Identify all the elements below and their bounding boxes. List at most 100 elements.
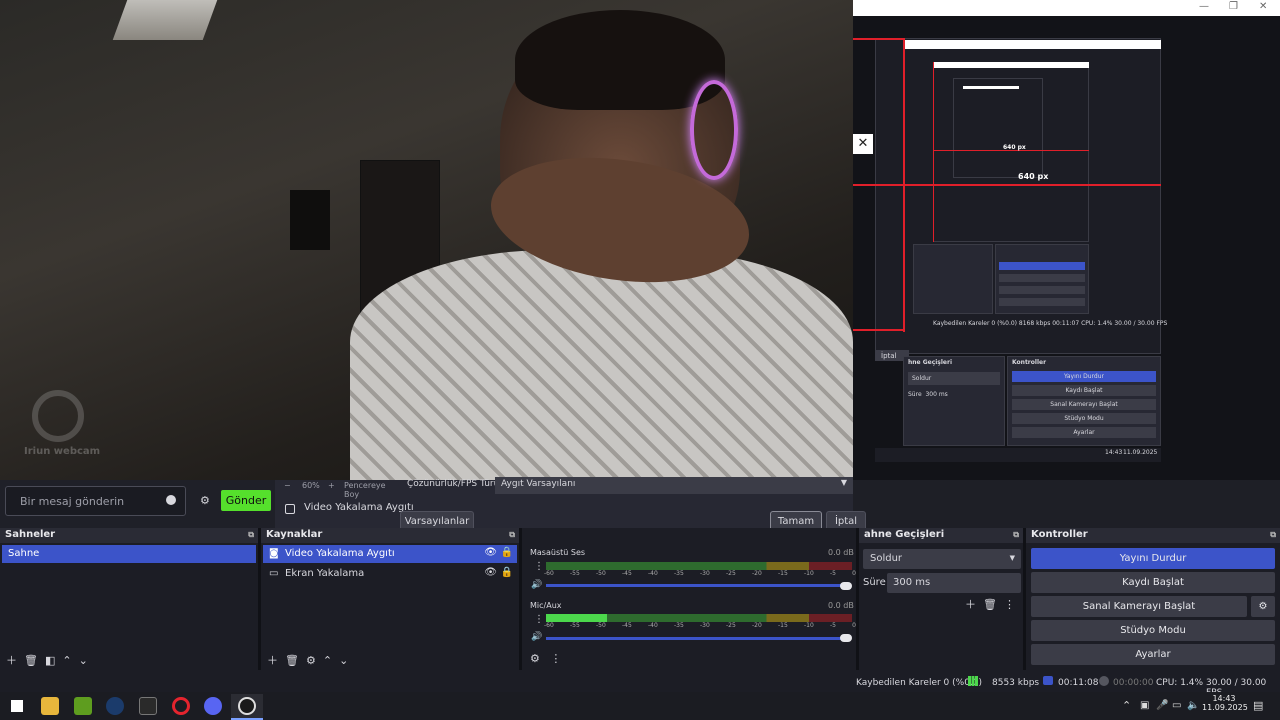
scale-tick: -25 — [726, 570, 736, 577]
microphone-icon[interactable]: 🎤 — [1156, 700, 1168, 711]
scene-item[interactable]: Sahne — [2, 545, 256, 563]
scale-tick: -35 — [674, 570, 684, 577]
opera-icon[interactable] — [172, 697, 190, 715]
mini-duration-value: 300 ms — [925, 391, 948, 398]
undock-icon[interactable]: ⧉ — [509, 530, 515, 540]
chevron-up-icon[interactable]: ⌃ — [323, 654, 332, 667]
controls-header: Kontroller ⧉ — [1026, 528, 1280, 543]
settings-button[interactable]: Ayarlar — [1031, 644, 1275, 665]
scale-tick: -10 — [804, 622, 814, 629]
nested-frame-3 — [953, 78, 1043, 178]
add-icon[interactable]: ＋ — [965, 598, 976, 611]
fit-window-button[interactable]: Pencereye Boy — [344, 481, 395, 499]
chevron-down-icon[interactable]: ⌄ — [79, 654, 88, 667]
speaker-icon[interactable]: 🔊 — [531, 632, 542, 642]
duration-input[interactable]: 300 ms — [887, 573, 1021, 593]
scale-tick: -15 — [778, 622, 788, 629]
undock-icon[interactable]: ⧉ — [1270, 530, 1276, 540]
mini-status: Kaybedilen Kareler 0 (%0.0) 8168 kbps 00… — [933, 320, 1168, 327]
mini-duration-label: Süre — [908, 391, 922, 398]
source-item-screen[interactable]: ▭ Ekran Yakalama 👁 🔒 — [263, 565, 517, 583]
add-icon[interactable]: ＋ — [6, 654, 17, 667]
notification-icon[interactable]: ▤ — [1253, 699, 1263, 712]
eye-icon[interactable]: 👁 — [484, 567, 497, 578]
scale-tick: -40 — [648, 622, 658, 629]
guide-line-top — [853, 38, 905, 40]
zoom-in-button[interactable]: + — [328, 481, 335, 490]
resolution-select[interactable]: Aygıt Varsayılanı ▼ — [495, 477, 853, 494]
transition-select[interactable]: Soldur ▼ — [863, 549, 1021, 569]
transitions-toolbar: ＋ 🗑 ⋮ — [965, 596, 1015, 612]
lock-icon[interactable]: 🔒 — [501, 567, 513, 578]
gear-icon[interactable]: ⚙ — [306, 654, 316, 667]
start-recording-button[interactable]: Kaydı Başlat — [1031, 572, 1275, 593]
scale-tick: -55 — [570, 570, 580, 577]
trash-icon[interactable]: 🗑 — [983, 598, 997, 611]
close-window-icon[interactable]: ✕ — [1259, 1, 1267, 12]
zoom-out-button[interactable]: − — [284, 481, 291, 490]
add-icon[interactable]: ＋ — [267, 654, 278, 667]
source-item-video[interactable]: ◙ Video Yakalama Aygıtı 👁 🔒 — [263, 545, 517, 563]
px-label-small: 640 px — [1003, 144, 1026, 151]
chat-input[interactable]: Bir mesaj gönderin — [5, 486, 186, 516]
nvidia-icon[interactable] — [74, 697, 92, 715]
stream-time: 00:11:08 — [1058, 678, 1099, 688]
network-icon[interactable]: ▭ — [1172, 700, 1181, 711]
undock-icon[interactable]: ⧉ — [1013, 530, 1019, 540]
scenes-dock: Sahneler ⧉ Sahne ＋ 🗑 ◧ ⌃ ⌄ — [0, 528, 261, 670]
eye-icon[interactable]: 👁 — [484, 547, 497, 558]
taskbar-clock[interactable]: 14:43 11.09.2025 — [1202, 694, 1248, 712]
undock-icon[interactable]: ⧉ — [248, 530, 254, 540]
close-icon[interactable]: ✕ — [853, 134, 873, 154]
tray-app-icon[interactable]: ▣ — [1140, 700, 1149, 711]
mini-active-button — [999, 262, 1085, 270]
discord-icon[interactable] — [204, 697, 222, 715]
filter-icon[interactable]: ◧ — [45, 654, 55, 667]
mini-controls-panel: Kontroller Yayını Durdur Kaydı Başlat Sa… — [1007, 356, 1161, 446]
volume-slider-handle[interactable] — [840, 582, 852, 590]
volume-meter — [546, 562, 852, 570]
virtual-camera-settings-icon[interactable]: ⚙ — [1251, 596, 1275, 617]
studio-mode-button[interactable]: Stüdyo Modu — [1031, 620, 1275, 641]
steam-icon[interactable] — [106, 697, 124, 715]
scale-tick: -35 — [674, 622, 684, 629]
send-button[interactable]: Gönder — [221, 490, 271, 511]
trash-icon[interactable]: 🗑 — [285, 654, 299, 667]
volume-slider[interactable] — [546, 637, 846, 640]
volume-slider-handle[interactable] — [840, 634, 852, 642]
mixer-channel-db: 0.0 dB — [828, 548, 854, 557]
emoji-icon[interactable] — [166, 495, 176, 505]
transition-menu-icon[interactable]: ⋮ — [1004, 598, 1015, 611]
volume-icon[interactable]: 🔈 — [1187, 700, 1199, 711]
transition-select-value: Soldur — [870, 553, 903, 564]
advanced-audio-icon[interactable]: ⚙ — [530, 652, 540, 665]
speaker-icon[interactable]: 🔊 — [531, 580, 542, 590]
mixer-menu-icon[interactable]: ⋮ — [550, 652, 561, 665]
epic-games-icon[interactable] — [139, 697, 157, 715]
channel-menu-icon[interactable]: ⋮ — [534, 614, 544, 625]
start-virtual-camera-button[interactable]: Sanal Kamerayı Başlat — [1031, 596, 1247, 617]
minimize-icon[interactable]: — — [1199, 1, 1209, 12]
stop-stream-button[interactable]: Yayını Durdur — [1031, 548, 1275, 569]
audio-mixer-dock: Masaüstü Ses 0.0 dB ⋮ -60 -55 -50 -45 -40 -35… — [522, 528, 859, 670]
chevron-up-icon[interactable]: ⌃ — [62, 654, 71, 667]
channel-menu-icon[interactable]: ⋮ — [534, 561, 544, 572]
nested-titlebar — [903, 40, 1161, 49]
tray-chevron-up-icon[interactable]: ⌃ — [1122, 699, 1131, 712]
lock-icon[interactable]: 🔒 — [501, 547, 513, 558]
camera-icon — [285, 504, 295, 514]
chat-settings-icon[interactable]: ⚙ — [200, 494, 210, 507]
mini-statusbar: 14:43 11.09.2025 — [875, 448, 1161, 462]
chevron-down-icon[interactable]: ⌄ — [339, 654, 348, 667]
restore-icon[interactable]: ❐ — [1229, 1, 1238, 12]
guide-line-middle — [853, 184, 1161, 186]
file-explorer-icon[interactable] — [41, 697, 59, 715]
windows-start-icon[interactable] — [11, 700, 23, 712]
volume-slider[interactable] — [546, 584, 846, 587]
nested-titlebar-2 — [933, 62, 1089, 68]
obs-icon[interactable] — [238, 697, 256, 715]
trash-icon[interactable]: 🗑 — [24, 654, 38, 667]
volume-meter-level — [546, 614, 608, 622]
transitions-title: ahne Geçişleri — [864, 529, 945, 540]
px-label-large: 640 px — [1018, 172, 1049, 181]
